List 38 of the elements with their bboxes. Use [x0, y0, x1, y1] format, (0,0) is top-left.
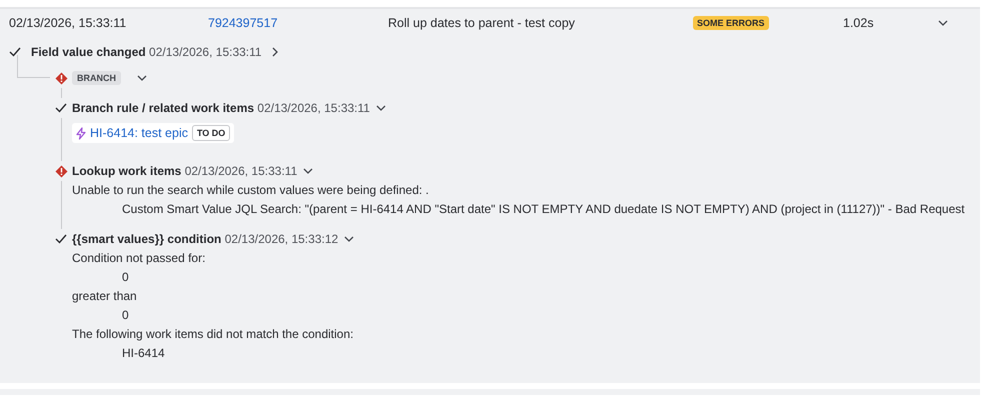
- log-message: Unable to run the search while custom values were being defined: .: [72, 182, 430, 199]
- expand-toggle[interactable]: [344, 236, 354, 242]
- log-message: Condition not passed for:: [72, 250, 206, 267]
- trigger-title: Field value changed: [31, 45, 146, 59]
- step-title: Lookup work items: [72, 164, 182, 178]
- log-message: The following work items did not match the condition:: [72, 326, 354, 343]
- log-value: HI-6414: [121, 345, 166, 362]
- chevron-right-icon: [272, 47, 278, 57]
- tree-connector: [17, 55, 50, 78]
- expand-toggle[interactable]: [303, 168, 314, 174]
- expand-toggle[interactable]: [376, 105, 386, 111]
- step-title: {{smart values}} condition: [72, 232, 222, 246]
- step-time: 02/13/2026, 15:33:12: [224, 232, 338, 246]
- chevron-down-icon: [137, 75, 147, 81]
- trigger-time: 02/13/2026, 15:33:11: [149, 45, 262, 59]
- step-time: 02/13/2026, 15:33:11: [184, 164, 298, 178]
- work-item-link[interactable]: HI-6414: test epic: [90, 126, 188, 140]
- log-message: greater than: [72, 288, 138, 305]
- chevron-down-icon: [938, 20, 948, 26]
- run-duration: 1.02s: [843, 16, 875, 30]
- run-date: 02/13/2026, 15:33:11: [9, 16, 128, 30]
- step-time: 02/13/2026, 15:33:11: [257, 101, 370, 115]
- expand-toggle[interactable]: [272, 47, 278, 57]
- work-item-chip[interactable]: HI-6414: test epic TO DO: [72, 123, 234, 143]
- rule-name: Roll up dates to parent - test copy: [388, 16, 576, 30]
- log-value: 0: [121, 307, 130, 324]
- run-id-link[interactable]: 7924397517: [208, 16, 388, 30]
- status-lozenge: SOME ERRORS: [693, 16, 769, 30]
- chevron-down-icon: [376, 105, 386, 111]
- expand-toggle[interactable]: [137, 75, 147, 81]
- chevron-down-icon: [303, 168, 314, 174]
- step-title: Branch rule / related work items: [72, 101, 254, 115]
- status-lozenge: TO DO: [192, 125, 230, 141]
- branch-tag: BRANCH: [72, 71, 121, 85]
- chevron-down-icon: [344, 236, 354, 242]
- log-value: 0: [121, 269, 130, 286]
- lightning-icon: [76, 126, 86, 140]
- log-value: Custom Smart Value JQL Search: "(parent = HI-6414 AND "Start date" IS NOT EMPTY AND duedate IS NOT EMPTY) AND (project in (11127))" - Bad Request: [121, 201, 965, 218]
